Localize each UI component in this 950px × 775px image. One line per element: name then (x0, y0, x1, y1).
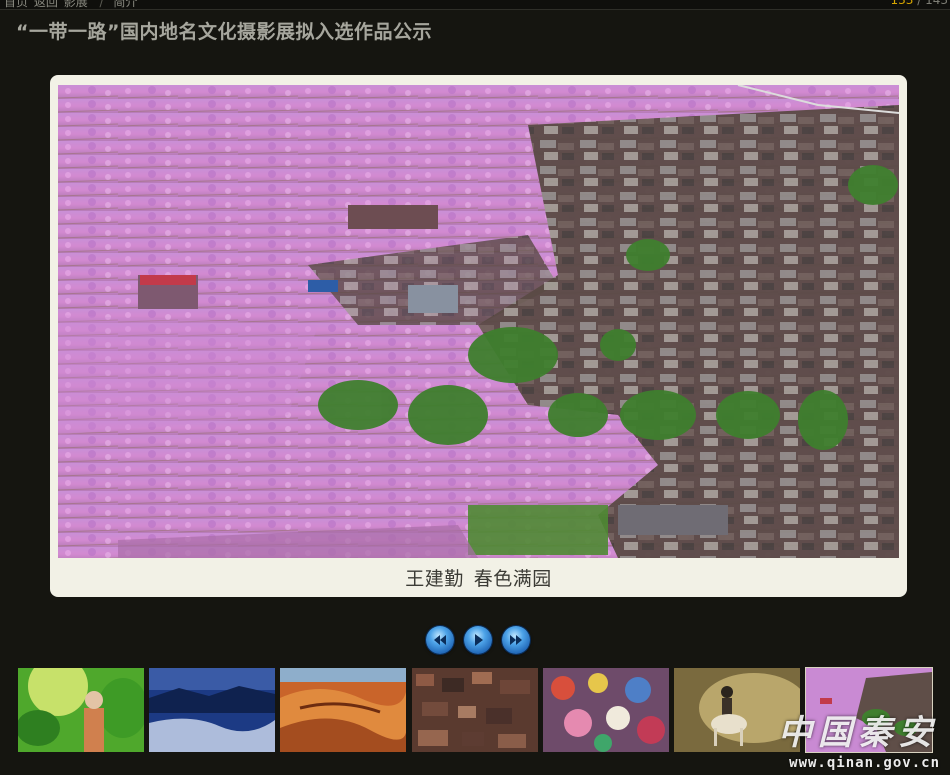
previous-button[interactable] (426, 626, 454, 654)
rewind-icon (434, 635, 446, 645)
play-button[interactable] (464, 626, 492, 654)
main-photo[interactable] (58, 85, 899, 558)
play-icon (475, 634, 483, 646)
thumbnail-image (149, 668, 275, 752)
thumbnail-image (674, 668, 800, 752)
photo-viewer: 王建勤 春色满园 (50, 75, 907, 597)
image-counter: 133 / 143 (890, 0, 948, 7)
thumbnail-woman-in-green-foliage[interactable] (18, 668, 144, 752)
thumbnail-pink-blossom-village[interactable] (805, 667, 933, 753)
counter-separator: / (917, 0, 922, 7)
photographer-name: 王建勤 (405, 568, 464, 590)
photo-title: 春色满园 (473, 568, 552, 590)
watermark-url: www.qinan.gov.cn (789, 755, 940, 771)
thumbnail-market-crowd[interactable] (543, 668, 669, 752)
current-image-index: 133 (890, 0, 914, 7)
peach-blossom-village-photo (58, 85, 899, 558)
breadcrumb-separator: / (99, 0, 104, 9)
breadcrumb-home-link[interactable]: 首页 (4, 0, 28, 9)
thumbnail-red-brick-village[interactable] (412, 668, 538, 752)
thumbnail-image (806, 668, 932, 752)
photo-caption: 王建勤 春色满园 (50, 564, 907, 591)
breadcrumb-intro-link[interactable]: 简介 (113, 0, 137, 9)
thumbnail-strip (18, 667, 938, 753)
thumbnail-desert-dunes[interactable] (280, 668, 406, 752)
total-image-count: 143 (925, 0, 948, 7)
thumbnail-horseman-dust[interactable] (674, 668, 800, 752)
page-title: “一带一路”国内地名文化摄影展拟入选作品公示 (16, 21, 432, 43)
fast-forward-icon (510, 635, 522, 645)
top-navigation-bar: 首页 返回 影展 / 简介 133 / 143 (0, 0, 950, 10)
breadcrumb: 首页 返回 影展 / 简介 (4, 0, 139, 9)
thumbnail-image (412, 668, 538, 752)
breadcrumb-exhibition-link[interactable]: 影展 (64, 0, 88, 9)
thumbnail-image (280, 668, 406, 752)
thumbnail-image (18, 668, 144, 752)
next-button[interactable] (502, 626, 530, 654)
thumbnail-image (543, 668, 669, 752)
breadcrumb-back-link[interactable]: 返回 (34, 0, 58, 9)
thumbnail-blue-mountain-clouds[interactable] (149, 668, 275, 752)
